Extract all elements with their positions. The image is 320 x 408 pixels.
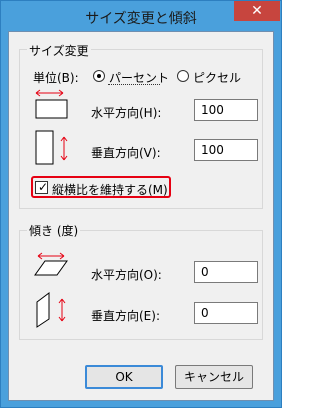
- cancel-button[interactable]: キャンセル: [175, 365, 253, 389]
- keep-aspect-checkbox-box[interactable]: ✓: [35, 180, 49, 194]
- ok-button[interactable]: OK: [85, 365, 163, 389]
- pixel-radio[interactable]: ピクセル: [175, 67, 257, 85]
- vertical-skew-icon: [36, 292, 66, 328]
- close-button[interactable]: ✕: [234, 1, 280, 21]
- resize-skew-dialog: サイズ変更と傾斜 ✕ サイズ変更 単位(B): パーセント ピクセル 水平方向(…: [0, 0, 282, 408]
- focus-underline: [108, 84, 160, 85]
- vertical-resize-icon: [35, 130, 68, 165]
- dialog-content: サイズ変更 単位(B): パーセント ピクセル 水平方向(H): 100 垂直方…: [8, 31, 274, 401]
- pixel-radio-button[interactable]: [177, 70, 189, 82]
- skew-vertical-label: 垂直方向(E):: [91, 309, 160, 323]
- horizontal-resize-icon: [35, 89, 68, 119]
- horizontal-skew-icon: [34, 252, 68, 276]
- radio-selected-dot: [97, 74, 101, 78]
- pixel-radio-label: ピクセル: [193, 71, 242, 85]
- resize-vertical-input[interactable]: 100: [194, 139, 258, 161]
- percent-radio-button[interactable]: [93, 70, 105, 82]
- resize-horizontal-label: 水平方向(H):: [91, 106, 162, 120]
- skew-group-title: 傾き (度): [27, 222, 81, 239]
- skew-horizontal-input[interactable]: 0: [194, 261, 258, 283]
- keep-aspect-checkbox[interactable]: ✓ 縦横比を維持する(M): [35, 179, 168, 197]
- unit-label: 単位(B):: [33, 71, 79, 85]
- percent-radio[interactable]: パーセント: [91, 67, 173, 85]
- keep-aspect-label: 縦横比を維持する(M): [52, 183, 168, 197]
- resize-group-title: サイズ変更: [27, 42, 91, 59]
- resize-horizontal-input[interactable]: 100: [194, 99, 258, 121]
- checkbox-check-icon: ✓: [38, 180, 49, 194]
- close-icon: ✕: [251, 3, 263, 19]
- titlebar[interactable]: サイズ変更と傾斜 ✕: [1, 1, 281, 31]
- skew-horizontal-label: 水平方向(O):: [91, 268, 162, 282]
- resize-vertical-label: 垂直方向(V):: [91, 146, 161, 160]
- skew-vertical-input[interactable]: 0: [194, 302, 258, 324]
